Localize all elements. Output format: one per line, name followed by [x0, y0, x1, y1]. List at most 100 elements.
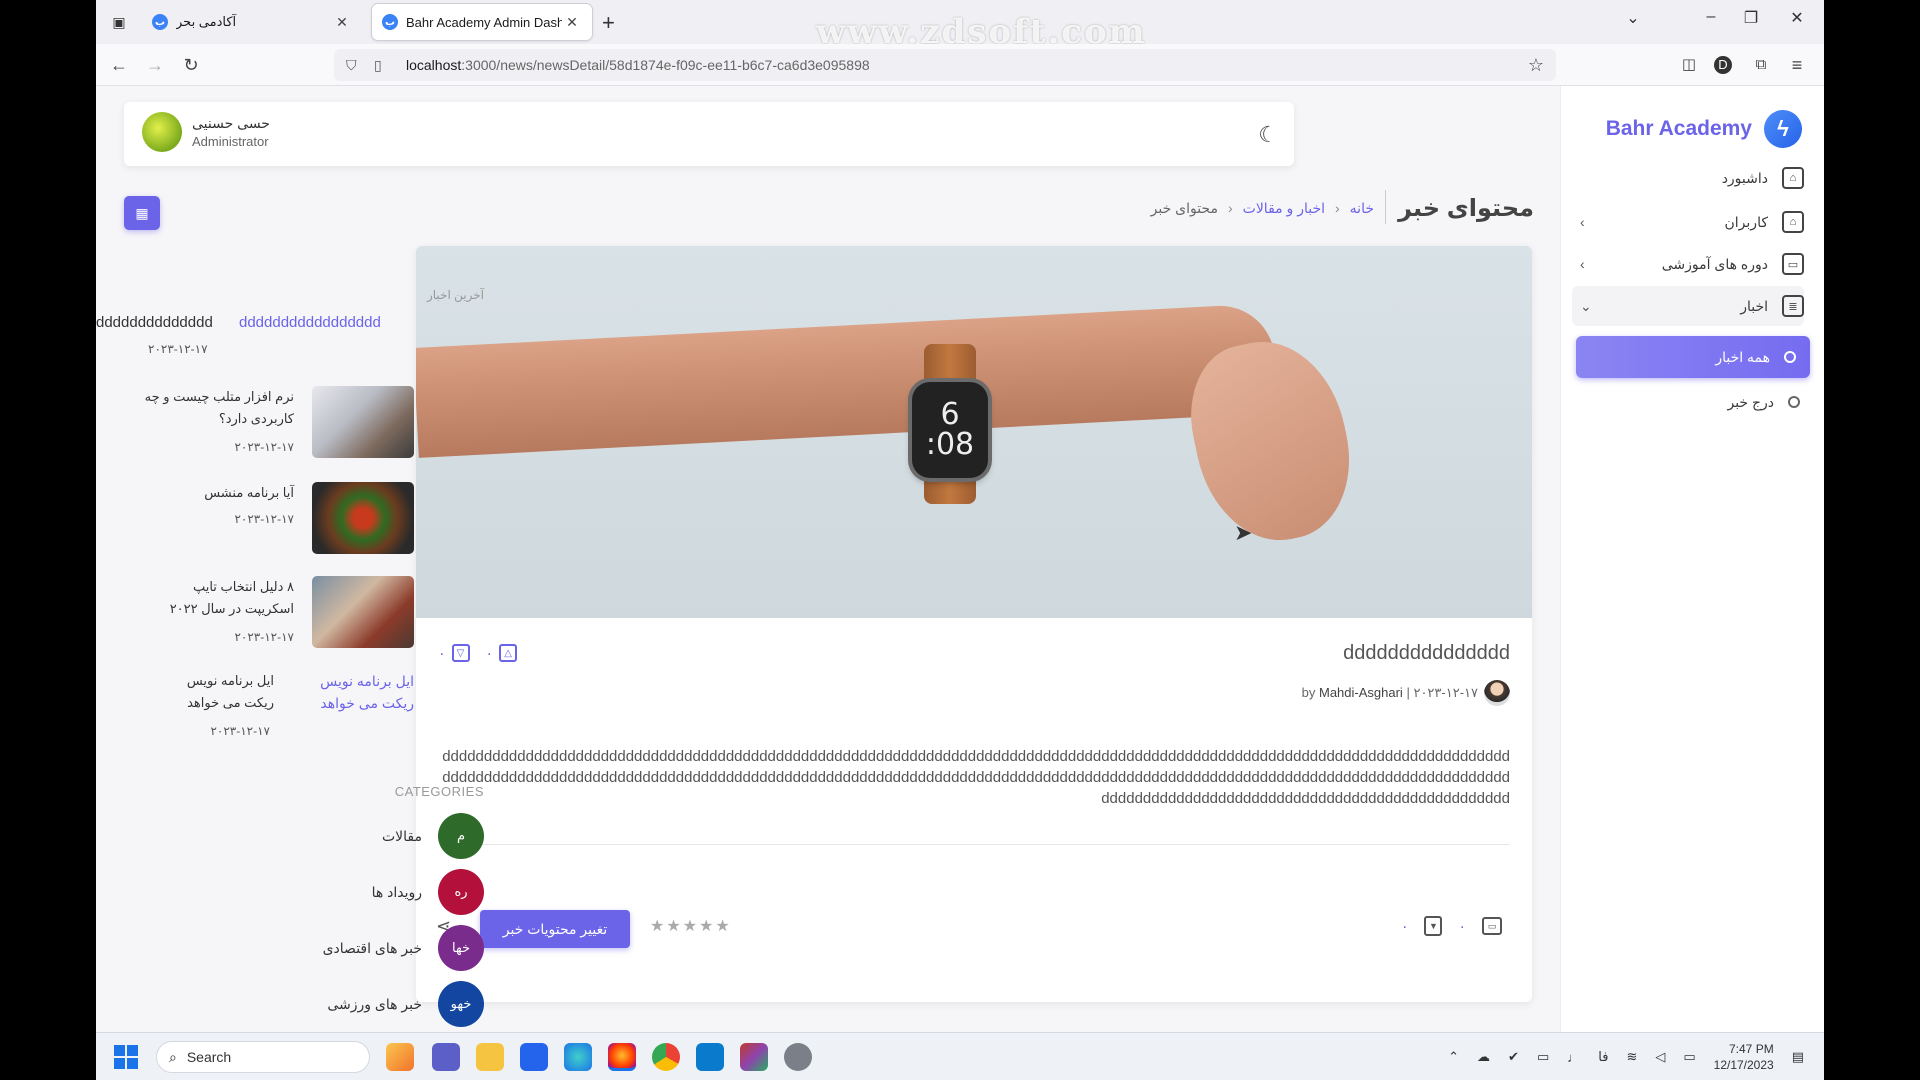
list-item[interactable]: ۸ دلیل انتخاب تایپ اسکریپت در سال ۲۰۲۲ ۲…: [124, 576, 414, 656]
tab-overflow-chevron-icon[interactable]: ⌄: [1618, 8, 1648, 28]
sidebar-item-label: درج خبر: [1727, 393, 1774, 410]
news-link[interactable]: ایل برنامه نویس ریکت می خواهد: [312, 670, 414, 714]
language-indicator[interactable]: فا: [1598, 1049, 1608, 1065]
breadcrumb: خانه ‹ اخبار و مقالات ‹ محتوای خبر: [1151, 200, 1374, 217]
rating-stars[interactable]: ★★★★★: [650, 916, 732, 936]
sidebar-item-news[interactable]: ⌄ اخبار ≣: [1572, 286, 1804, 326]
cloud-icon[interactable]: ☁: [1477, 1049, 1490, 1065]
list-item[interactable]: آیا برنامه منشس ۲۰۲۳-۱۲-۱۷: [124, 482, 414, 562]
cast-icon[interactable]: ▭: [1537, 1049, 1549, 1065]
watch-face: 6 :08: [912, 382, 988, 478]
chevron-down-icon: ⌄: [1580, 297, 1592, 314]
home-icon: ⌂: [1782, 211, 1804, 233]
wifi-icon[interactable]: ≋: [1626, 1049, 1637, 1065]
watch-hour: 6: [940, 397, 960, 432]
category-name: مقالات: [381, 827, 422, 844]
thumbs-down-icon[interactable]: ▽: [451, 644, 470, 662]
mic-icon[interactable]: ♩: [1567, 1050, 1580, 1065]
bookmark-icon[interactable]: ▼: [1424, 916, 1443, 936]
like-count: ۰: [485, 644, 494, 661]
page-title: محتوای خبر: [1398, 195, 1534, 222]
list-item[interactable]: ایل برنامه نویس ریکت می خواهد ایل برنامه…: [124, 670, 414, 750]
moon-icon[interactable]: ☾: [1258, 122, 1278, 148]
battery-icon[interactable]: ▭: [1683, 1049, 1695, 1065]
sidebar-item-dashboard[interactable]: داشبورد ⌂: [1572, 158, 1804, 198]
author-avatar: [1484, 680, 1510, 706]
sidebar-item-label: همه اخبار: [1715, 348, 1770, 365]
vscode-icon[interactable]: [696, 1043, 724, 1071]
sidebar-item-all-news[interactable]: همه اخبار: [1576, 336, 1810, 378]
back-button[interactable]: ←: [108, 54, 130, 76]
circle-icon: [1784, 351, 1796, 363]
tab-bahr-academy[interactable]: ب آکادمی بحر ✕: [142, 4, 362, 40]
latest-first-link[interactable]: ddddddddddddddddd: [239, 314, 381, 331]
latest-first-title[interactable]: dddddddddddddd: [96, 314, 213, 331]
breadcrumb-home[interactable]: خانه: [1350, 200, 1374, 217]
bookmark-star-icon[interactable]: ☆: [1528, 55, 1544, 76]
page-icon[interactable]: ▯: [374, 57, 396, 74]
clock[interactable]: 7:47 PM 12/17/2023: [1714, 1041, 1774, 1073]
extensions-icon[interactable]: ⧉: [1750, 54, 1772, 76]
taskbar-search[interactable]: ⌕ Search: [156, 1041, 370, 1073]
firefox-icon[interactable]: [608, 1043, 636, 1071]
shield-check-icon[interactable]: ✔: [1508, 1049, 1519, 1065]
bookmark-count: ۰: [1400, 917, 1409, 934]
sidebar-item-add-news[interactable]: درج خبر: [1572, 382, 1804, 422]
volume-icon[interactable]: ◁: [1655, 1049, 1665, 1065]
mouse-cursor-icon: ➤: [1234, 520, 1253, 545]
teams-icon[interactable]: [432, 1043, 460, 1071]
tab-admin-dashboard[interactable]: ب Bahr Academy Admin Dashboa ✕: [372, 4, 592, 40]
breadcrumb-news[interactable]: اخبار و مقالات: [1243, 200, 1325, 217]
chrome-icon[interactable]: [652, 1043, 680, 1071]
tab-label: آکادمی بحر: [176, 14, 237, 29]
sidebar-item-courses[interactable]: ‹ دوره های آموزشی ▭: [1572, 244, 1804, 284]
browser-window: ▣ ب آکادمی بحر ✕ ب Bahr Academy Admin Da…: [96, 0, 1824, 1080]
avatar[interactable]: [142, 112, 182, 152]
edge-icon[interactable]: [564, 1043, 592, 1071]
windows-start-icon[interactable]: [114, 1045, 138, 1069]
profile-icon[interactable]: D: [1714, 56, 1732, 74]
widgets-icon[interactable]: [386, 1043, 414, 1071]
menu-icon[interactable]: ≡: [1786, 54, 1808, 76]
minimize-button[interactable]: –: [1696, 8, 1726, 26]
tab-close-icon[interactable]: ✕: [332, 14, 352, 31]
store-icon[interactable]: [520, 1043, 548, 1071]
edit-news-button[interactable]: تغییر محتویات خبر: [480, 910, 630, 948]
forward-button[interactable]: →: [144, 54, 166, 76]
news-thumbnail: [312, 576, 414, 648]
grid-view-button[interactable]: ▦: [124, 196, 160, 230]
news-date: ۲۰۲۳-۱۲-۱۷: [234, 630, 294, 644]
brand[interactable]: Bahr Academy ϟ: [1606, 110, 1802, 148]
thumbs-up-icon[interactable]: △: [499, 644, 518, 662]
category-item[interactable]: رویداد ها ره: [284, 868, 484, 916]
reload-button[interactable]: ↻: [180, 54, 202, 76]
settings-icon[interactable]: [784, 1043, 812, 1071]
category-item[interactable]: خبر های اقتصادی خها: [284, 924, 484, 972]
list-item[interactable]: نرم افزار متلب چیست و چه کاربردی دارد؟ ۲…: [124, 386, 414, 466]
tab-list-icon[interactable]: ▣: [108, 11, 130, 33]
brand-name: Bahr Academy: [1605, 117, 1752, 140]
file-explorer-icon[interactable]: [476, 1043, 504, 1071]
category-item[interactable]: مقالات م: [284, 812, 484, 860]
notification-icon[interactable]: ▤: [1792, 1049, 1804, 1065]
restore-button[interactable]: ❐: [1736, 8, 1766, 28]
winrar-icon[interactable]: [740, 1043, 768, 1071]
author-name: Mahdi-Asghari: [1319, 685, 1403, 700]
category-item[interactable]: خبر های ورزشی خهو: [284, 980, 484, 1028]
url-text[interactable]: localhost:3000/news/newsDetail/58d1874e-…: [406, 57, 870, 73]
tab-close-icon[interactable]: ✕: [562, 14, 582, 31]
tab-bar: ▣ ب آکادمی بحر ✕ ب Bahr Academy Admin Da…: [96, 0, 1824, 52]
shield-icon[interactable]: ⛉: [346, 57, 368, 74]
chevron-left-icon: ‹: [1580, 256, 1585, 272]
comment-icon[interactable]: ▭: [1482, 917, 1502, 935]
pocket-icon[interactable]: ◫: [1678, 54, 1700, 76]
sidebar-item-users[interactable]: ‹ کاربران ⌂: [1572, 202, 1804, 242]
address-bar[interactable]: ⛉ ▯ localhost:3000/news/newsDetail/58d18…: [334, 49, 1556, 81]
user-profile[interactable]: حسی حسنیی Administrator: [142, 112, 270, 152]
clock-time: 7:47 PM: [1729, 1042, 1774, 1056]
close-window-button[interactable]: ✕: [1782, 8, 1812, 28]
new-tab-button[interactable]: +: [602, 10, 615, 36]
chevron-up-icon[interactable]: ⌃: [1448, 1049, 1459, 1065]
breadcrumb-divider: [1385, 190, 1386, 224]
brand-logo-icon: ϟ: [1764, 110, 1802, 148]
